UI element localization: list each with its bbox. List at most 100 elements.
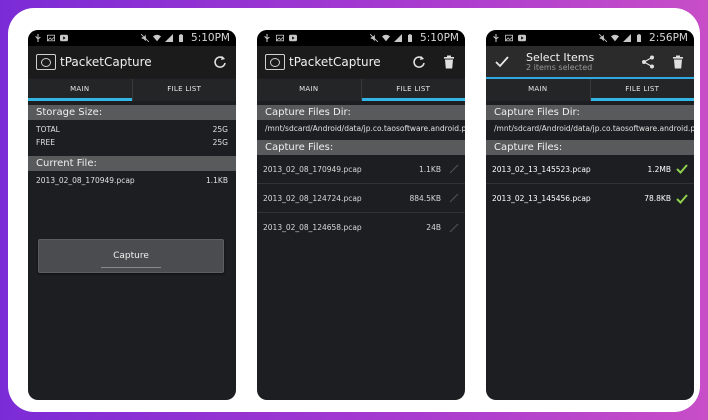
current-file-size: 1.1KB (206, 176, 228, 185)
storage-total-row: TOTAL 25G (28, 123, 236, 136)
tab-file-list[interactable]: FILE LIST (589, 79, 695, 101)
refresh-button[interactable] (411, 54, 427, 70)
free-label: FREE (36, 138, 56, 147)
file-name: 2013_02_08_124658.pcap (263, 223, 362, 232)
total-value: 25G (212, 125, 228, 134)
file-name: 2013_02_08_124724.pcap (263, 193, 362, 203)
selection-action-bar: Select Items 2 items selected (486, 46, 694, 78)
capture-button[interactable]: Capture (38, 239, 224, 273)
signal-icon (165, 34, 174, 42)
mute-icon (141, 34, 150, 42)
check-icon (495, 56, 509, 68)
selection-title: Select Items (526, 50, 595, 64)
storage-size-header: Storage Size: (28, 105, 236, 120)
share-icon (642, 55, 654, 69)
file-list-item-selected[interactable]: 2013_02_13_145456.pcap 78.8KB (486, 184, 694, 213)
trash-icon (444, 55, 454, 69)
main-content: Storage Size: TOTAL 25G FREE 25G Current… (28, 101, 236, 400)
file-size: 884.5KB (409, 193, 441, 203)
image-icon (505, 34, 513, 42)
capture-files-header: Capture Files: (486, 140, 694, 155)
storage-free-row: FREE 25G (28, 136, 236, 149)
battery-icon (637, 34, 642, 42)
status-time: 2:56PM (649, 32, 688, 44)
app-logo-icon (265, 54, 285, 70)
refresh-icon (413, 56, 425, 68)
action-bar: tPacketCapture (28, 46, 236, 78)
tab-bar: MAIN FILE LIST (257, 79, 465, 101)
tab-main[interactable]: MAIN (28, 79, 132, 101)
current-file-row: 2013_02_08_170949.pcap 1.1KB (28, 174, 236, 187)
screenshot-card: 5:10PM tPacketCapture MAIN FILE LIST Sto… (8, 8, 700, 412)
action-bar: tPacketCapture (257, 46, 465, 78)
app-title: tPacketCapture (289, 55, 381, 69)
capture-dir-header: Capture Files Dir: (257, 105, 465, 120)
phone-screen-file-list: 5:10PM tPacketCapture MAIN FILE LIST Cap… (257, 30, 465, 400)
file-list-item-selected[interactable]: 2013_02_13_145523.pcap 1.2MB (486, 155, 694, 184)
file-list-item[interactable]: 2013_02_08_170949.pcap 1.1KB (257, 155, 465, 184)
refresh-icon (214, 56, 226, 68)
wifi-icon (153, 34, 162, 42)
capture-files-header: Capture Files: (257, 140, 465, 155)
status-bar: 5:10PM (257, 30, 465, 46)
tab-main[interactable]: MAIN (486, 79, 590, 101)
usb-icon (493, 34, 499, 42)
battery-icon (408, 34, 413, 42)
image-icon (276, 34, 284, 42)
file-list-item[interactable]: 2013_02_08_124658.pcap 24B (257, 213, 465, 242)
file-size: 24B (426, 223, 441, 232)
image-icon (47, 34, 55, 42)
usb-icon (35, 34, 41, 42)
edit-icon (449, 164, 459, 174)
app-logo-icon (36, 54, 56, 70)
status-bar: 5:10PM (28, 30, 236, 46)
file-name: 2013_02_13_145456.pcap (492, 194, 591, 203)
wifi-icon (611, 34, 620, 42)
youtube-icon (518, 34, 526, 42)
delete-button[interactable] (670, 54, 686, 70)
done-button[interactable] (494, 54, 510, 70)
check-icon[interactable] (676, 164, 688, 174)
usb-icon (264, 34, 270, 42)
signal-icon (623, 34, 632, 42)
tab-main[interactable]: MAIN (257, 79, 361, 101)
free-value: 25G (212, 138, 228, 147)
status-time: 5:10PM (191, 32, 230, 44)
file-list-item[interactable]: 2013_02_08_124724.pcap 884.5KB (257, 184, 465, 213)
refresh-button[interactable] (212, 54, 228, 70)
delete-button[interactable] (441, 54, 457, 70)
youtube-icon (289, 34, 297, 42)
phone-screen-select-items: 2:56PM Select Items 2 items selected MAI… (486, 30, 694, 400)
youtube-icon (60, 34, 68, 42)
edit-icon (449, 223, 459, 232)
file-name: 2013_02_13_145523.pcap (492, 164, 591, 174)
file-list-content: Capture Files Dir: /mnt/sdcard/Android/d… (486, 101, 694, 400)
current-file-name: 2013_02_08_170949.pcap (36, 176, 135, 185)
tab-bar: MAIN FILE LIST (28, 79, 236, 101)
file-size: 1.2MB (647, 164, 671, 174)
mute-icon (370, 34, 379, 42)
status-time: 5:10PM (420, 32, 459, 44)
tab-file-list[interactable]: FILE LIST (131, 79, 237, 101)
signal-icon (394, 34, 403, 42)
check-icon[interactable] (676, 193, 688, 204)
share-button[interactable] (640, 54, 656, 70)
file-size: 78.8KB (644, 194, 671, 203)
battery-icon (179, 34, 184, 42)
file-name: 2013_02_08_170949.pcap (263, 164, 362, 174)
status-bar: 2:56PM (486, 30, 694, 46)
file-size: 1.1KB (419, 164, 441, 174)
mute-icon (599, 34, 608, 42)
capture-dir-header: Capture Files Dir: (486, 105, 694, 120)
phone-screen-main: 5:10PM tPacketCapture MAIN FILE LIST Sto… (28, 30, 236, 400)
current-file-header: Current File: (28, 156, 236, 171)
tab-bar: MAIN FILE LIST (486, 79, 694, 101)
capture-dir-path: /mnt/sdcard/Android/data/jp.co.taosoftwa… (265, 124, 465, 133)
total-label: TOTAL (36, 125, 60, 134)
wifi-icon (382, 34, 391, 42)
trash-icon (673, 55, 683, 69)
selection-count: 2 items selected (526, 62, 593, 72)
capture-dir-path: /mnt/sdcard/Android/data/jp.co.taosoftwa… (494, 124, 694, 133)
tab-file-list[interactable]: FILE LIST (360, 79, 466, 101)
file-list-content: Capture Files Dir: /mnt/sdcard/Android/d… (257, 101, 465, 400)
